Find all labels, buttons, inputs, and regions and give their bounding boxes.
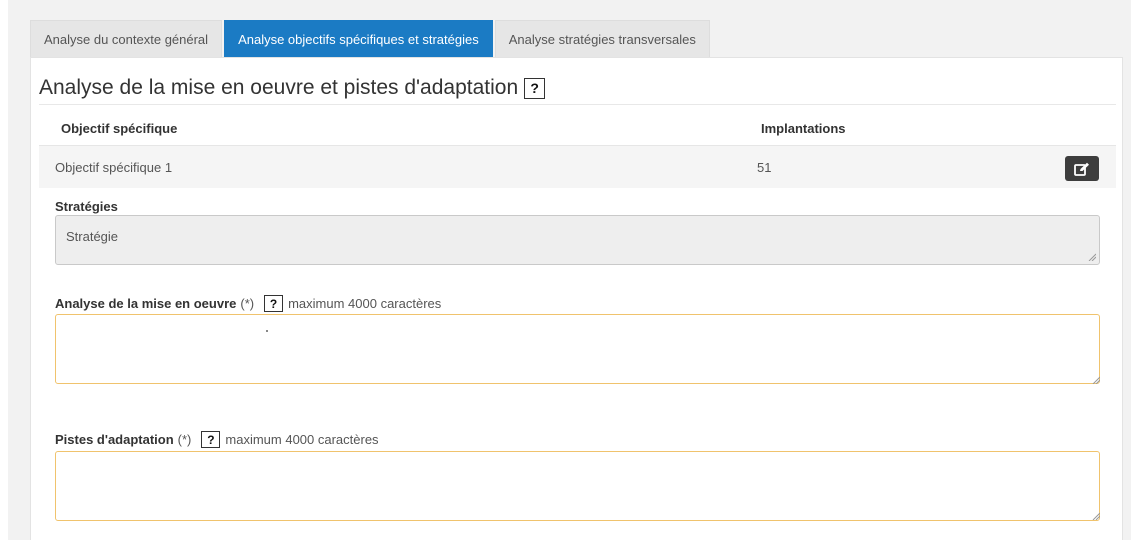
pistes-label: Pistes d'adaptation (*) ? maximum 4000 c…: [55, 431, 379, 448]
strategies-field: Stratégie: [55, 215, 1100, 265]
resize-grip-icon[interactable]: [1088, 253, 1096, 261]
cell-objectif: Objectif spécifique 1: [55, 160, 173, 175]
pistes-help-button[interactable]: ?: [201, 431, 221, 448]
page: Analyse du contexte général Analyse obje…: [0, 0, 1131, 540]
header-objectif: Objectif spécifique: [61, 121, 178, 136]
analyse-label-text: Analyse de la mise en oeuvre: [55, 296, 237, 311]
tab-contexte-general[interactable]: Analyse du contexte général: [30, 20, 223, 57]
table-header: Objectif spécifique Implantations: [39, 113, 1116, 146]
tab-objectifs-strategies[interactable]: Analyse objectifs spécifiques et stratég…: [224, 20, 493, 57]
strategies-label: Stratégies: [55, 199, 118, 214]
pistes-hint: maximum 4000 caractères: [225, 432, 379, 447]
tab-bar: Analyse du contexte général Analyse obje…: [30, 20, 712, 57]
analyse-required-mark: (*): [240, 296, 255, 311]
title-divider: [39, 104, 1116, 105]
strategies-value: Stratégie: [66, 229, 119, 244]
pistes-required-mark: (*): [177, 432, 192, 447]
tab-strategies-transversales[interactable]: Analyse stratégies transversales: [494, 20, 710, 57]
resize-grip-icon[interactable]: [1092, 376, 1100, 384]
section-help-button[interactable]: ?: [524, 77, 546, 99]
table-row: Objectif spécifique 1 51: [39, 146, 1116, 188]
section-title: Analyse de la mise en oeuvre et pistes d…: [39, 76, 546, 100]
analyse-help-button[interactable]: ?: [264, 295, 284, 312]
header-implantations: Implantations: [761, 121, 846, 136]
analyse-label: Analyse de la mise en oeuvre (*) ? maxim…: [55, 295, 441, 312]
resize-grip-icon[interactable]: [1092, 512, 1100, 520]
pistes-textarea[interactable]: [55, 451, 1100, 521]
pistes-label-text: Pistes d'adaptation: [55, 432, 174, 447]
analyse-textarea[interactable]: [55, 314, 1100, 384]
edit-button[interactable]: [1065, 156, 1099, 181]
cell-implantations: 51: [757, 160, 772, 175]
cursor-dot: [266, 330, 268, 332]
analyse-hint: maximum 4000 caractères: [288, 296, 442, 311]
tab-panel: Analyse de la mise en oeuvre et pistes d…: [30, 57, 1123, 540]
edit-icon: [1074, 162, 1089, 176]
section-title-text: Analyse de la mise en oeuvre et pistes d…: [39, 76, 519, 99]
